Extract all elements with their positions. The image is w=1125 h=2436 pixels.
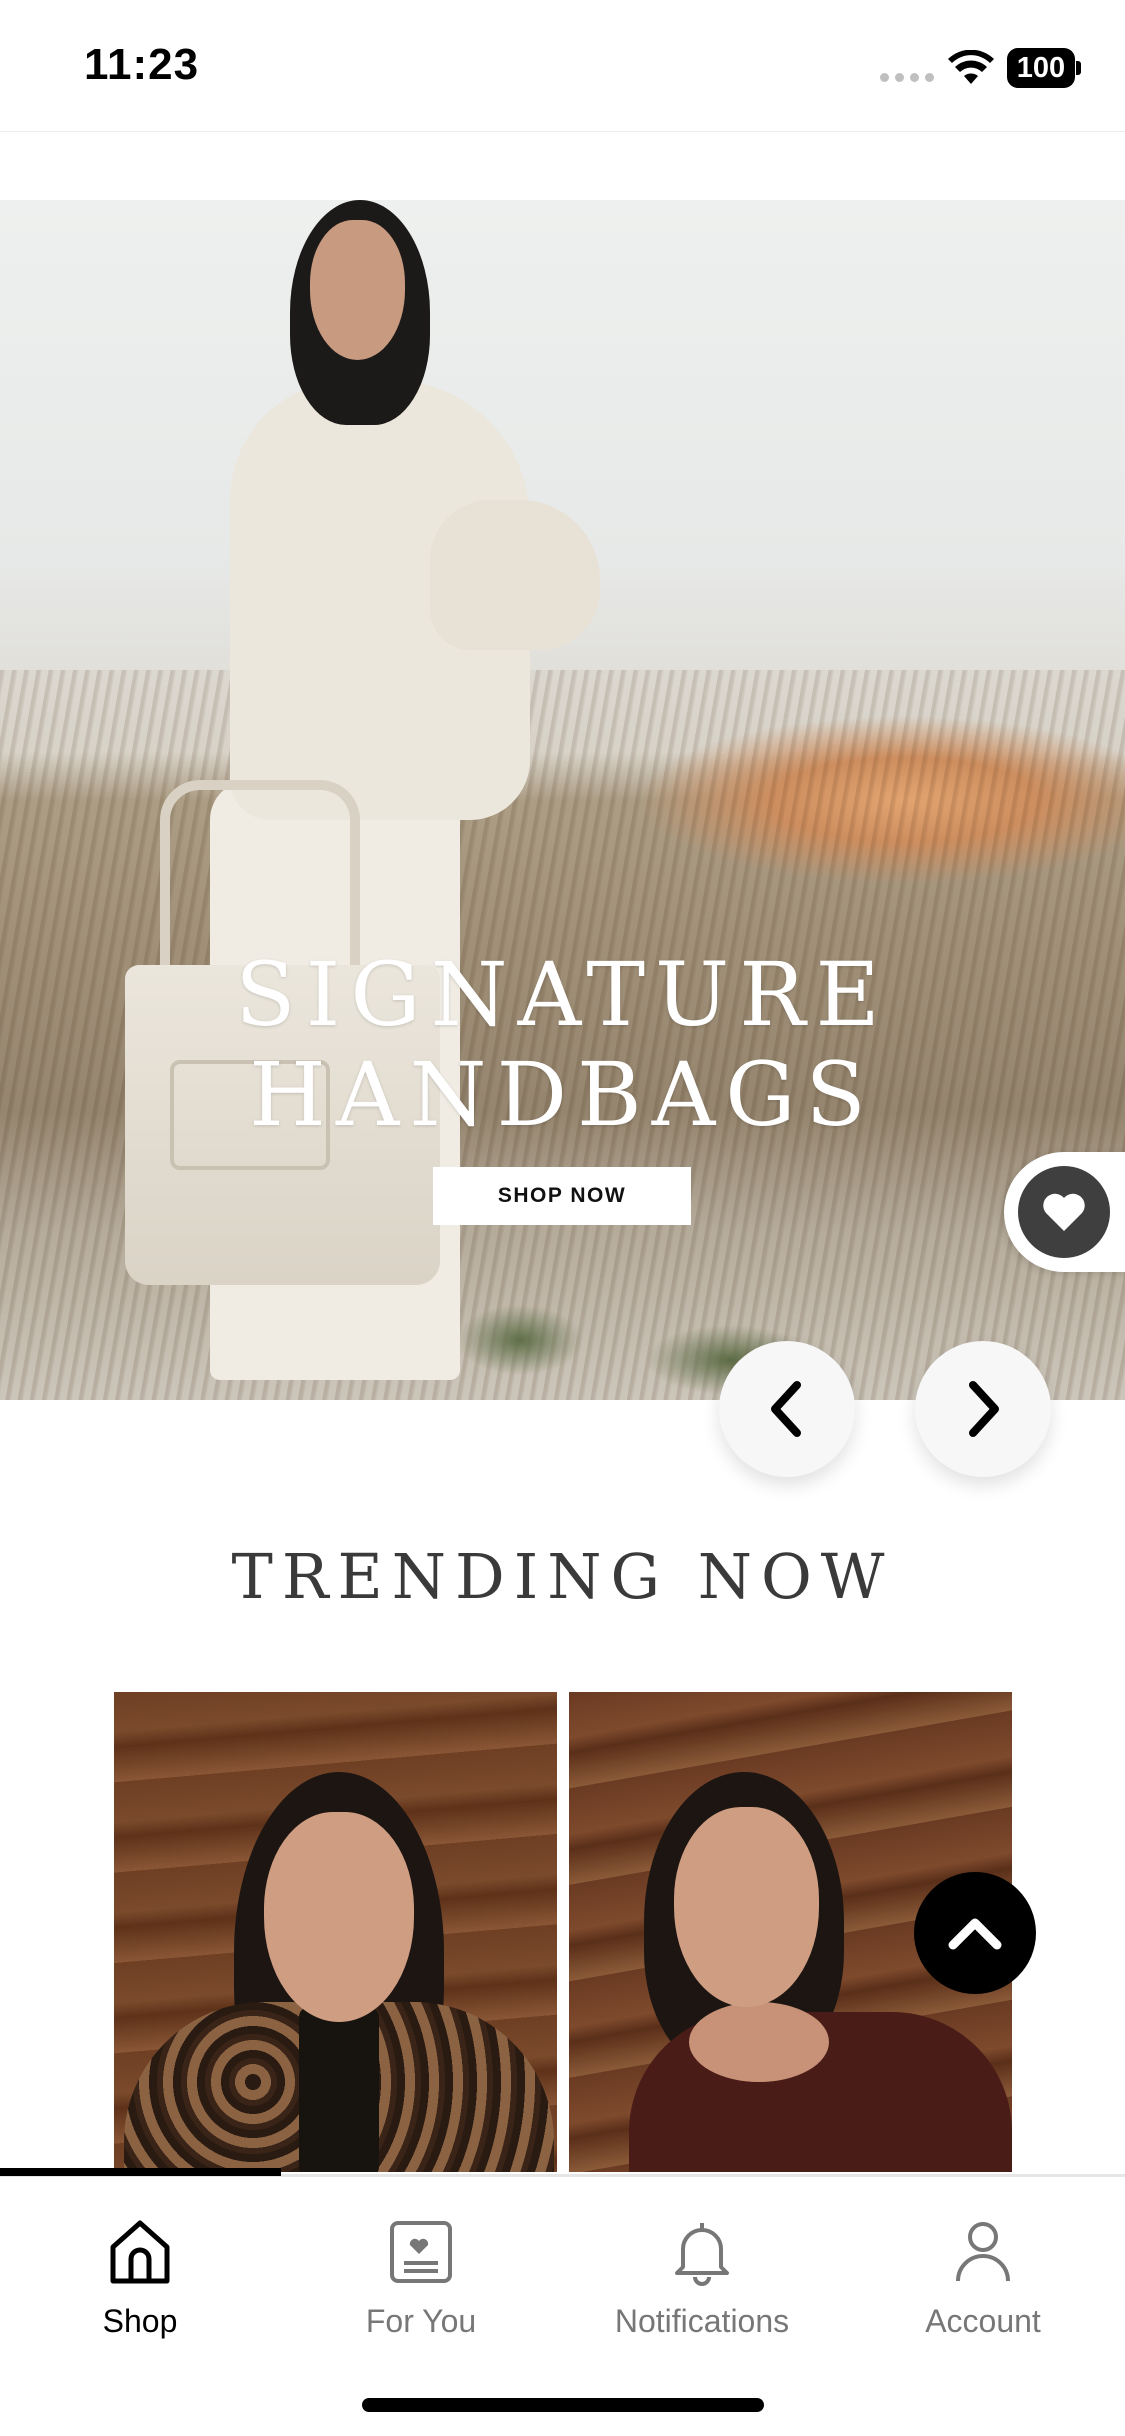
trending-now-title: TRENDING NOW (231, 1540, 894, 1613)
battery-icon: 100 (1007, 48, 1081, 88)
home-indicator (362, 2398, 764, 2412)
hero-title-line-2: HANDBAGS (249, 1043, 876, 1146)
status-time: 11:23 (84, 40, 200, 89)
chevron-left-icon (771, 1381, 801, 1437)
tab-label: For You (365, 2303, 477, 2339)
hero-title-line-1: SIGNATURE (235, 943, 890, 1046)
tab-label: Notifications (614, 2303, 790, 2339)
battery-level: 100 (1007, 48, 1075, 88)
tab-account[interactable]: Account (853, 2217, 1113, 2357)
scroll-to-top-button[interactable] (914, 1872, 1036, 1994)
cellular-signal-icon (880, 73, 934, 82)
bottom-tab-bar: Shop For You Notifications Account (0, 2176, 1125, 2436)
home-icon (110, 2220, 170, 2284)
wishlist-button[interactable] (1018, 1166, 1110, 1258)
product-card[interactable] (114, 1692, 557, 2172)
hero-banner[interactable]: SIGNATURE HANDBAGS SHOP NOW (0, 200, 1125, 1400)
heart-icon (1043, 1193, 1085, 1231)
shop-now-button[interactable]: SHOP NOW (433, 1167, 691, 1225)
tab-for-you[interactable]: For You (291, 2217, 551, 2357)
tab-label: Account (925, 2303, 1041, 2339)
hero-title: SIGNATURE HANDBAGS (0, 945, 1125, 1145)
status-bar: 11:23 100 (0, 0, 1125, 132)
wishlist-tab[interactable] (1004, 1152, 1125, 1272)
for-you-icon (390, 2221, 452, 2283)
user-icon (956, 2222, 1010, 2282)
bell-icon (675, 2223, 729, 2286)
chevron-up-icon (948, 1918, 1002, 1950)
tab-notifications[interactable]: Notifications (572, 2217, 832, 2357)
wifi-icon (948, 50, 994, 84)
carousel-next-button[interactable] (915, 1341, 1051, 1477)
tab-label: Shop (102, 2303, 178, 2339)
carousel-prev-button[interactable] (719, 1341, 855, 1477)
tab-shop[interactable]: Shop (10, 2217, 270, 2357)
chevron-right-icon (969, 1381, 999, 1437)
scroll-progress-fill (0, 2168, 282, 2176)
